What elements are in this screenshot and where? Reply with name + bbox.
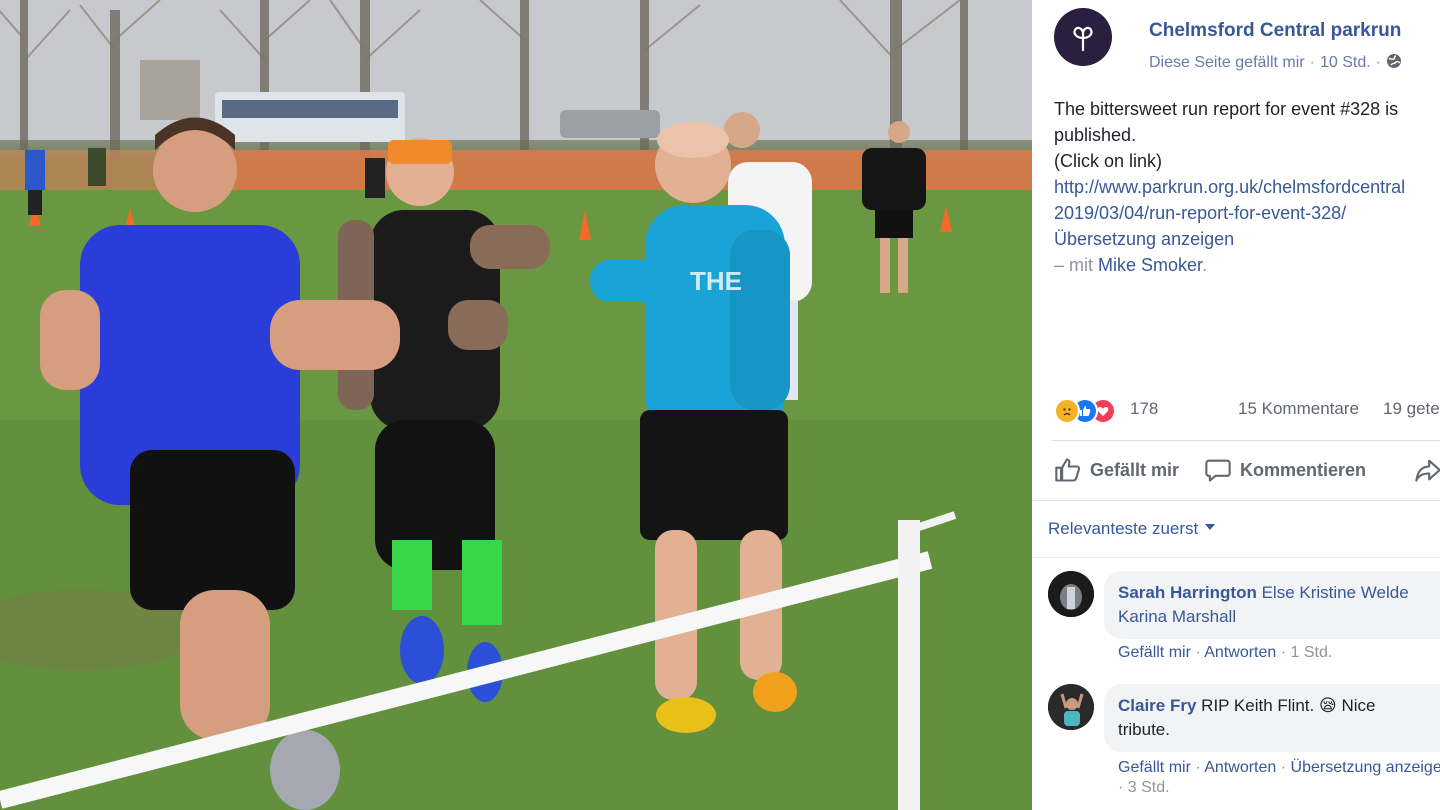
sleepy-emoji-icon: 😪 [1318, 696, 1337, 715]
runners-photo-illustration: THE [0, 0, 1032, 810]
like-button-label: Gefällt mir [1090, 459, 1180, 480]
reactions-bar: 178 15 Kommentare 19 geteilt [1054, 396, 1440, 424]
comment-bubble: Claire Fry RIP Keith Flint. 😪 Nice tribu… [1104, 684, 1440, 752]
post-actions: Gefällt mir Kommentieren [1052, 450, 1440, 490]
comment-reply-link[interactable]: Antworten [1204, 759, 1276, 776]
post-meta: Diese Seite gefällt mir · 10 Std. · [1149, 53, 1402, 72]
comment-like-link[interactable]: Gefällt mir [1118, 759, 1191, 776]
divider [1032, 500, 1440, 501]
divider [1032, 557, 1440, 558]
comment-reply-link[interactable]: Antworten [1204, 644, 1276, 661]
reaction-count[interactable]: 178 [1130, 399, 1158, 419]
comment-time[interactable]: 3 Std. [1128, 779, 1170, 796]
avatar[interactable] [1048, 571, 1094, 617]
comment-actions: Gefällt mir · Antworten · Übersetzung an… [1118, 758, 1440, 798]
share-icon [1415, 459, 1440, 482]
comment-like-link[interactable]: Gefällt mir [1118, 644, 1191, 661]
tagged-person[interactable]: Karina Marshall [1118, 607, 1236, 626]
translate-link[interactable]: Übersetzung anzeigen [1054, 226, 1440, 252]
svg-text:THE: THE [690, 266, 742, 296]
tagged-with: – mit Mike Smoker. [1054, 252, 1440, 278]
comment-text: Nice [1341, 696, 1376, 715]
globe-icon [1386, 54, 1401, 68]
shares-count[interactable]: 19 geteilt [1383, 399, 1440, 419]
parkrun-logo-icon [1073, 26, 1093, 52]
like-button[interactable]: Gefällt mir [1054, 456, 1179, 484]
comment-button[interactable]: Kommentieren [1204, 456, 1366, 484]
avatar[interactable] [1048, 684, 1094, 730]
comment-time[interactable]: 1 Std. [1291, 644, 1333, 661]
page-name-link[interactable]: Chelmsford Central parkrun [1149, 20, 1401, 42]
share-button[interactable] [1414, 456, 1440, 484]
like-page-link[interactable]: Diese Seite gefällt mir [1149, 54, 1305, 71]
post-photo[interactable]: THE [0, 0, 1032, 810]
comment-bubble: Sarah Harrington Else Kristine Welde Kar… [1104, 571, 1440, 639]
divider [1052, 440, 1440, 441]
tagged-person-link[interactable]: Mike Smoker [1098, 255, 1202, 275]
reaction-icons[interactable] [1054, 398, 1126, 424]
comment-translate-link[interactable]: Übersetzung anzeigen [1291, 759, 1440, 776]
with-suffix: . [1202, 255, 1208, 275]
post-link[interactable]: http://www.parkrun.org.uk/chelmsfordcent… [1054, 174, 1440, 200]
comment-text: RIP Keith Flint. [1201, 696, 1315, 715]
post-side-panel: Chelmsford Central parkrun Diese Seite g… [1032, 0, 1440, 810]
caret-down-icon [1204, 524, 1215, 530]
comment-text: tribute. [1118, 720, 1170, 739]
comment-author[interactable]: Claire Fry [1118, 696, 1196, 715]
with-prefix: – mit [1054, 255, 1094, 275]
sad-icon [1054, 398, 1080, 424]
thumbs-up-icon [1055, 458, 1081, 482]
comment-author[interactable]: Sarah Harrington [1118, 583, 1257, 602]
sort-label: Relevanteste zuerst [1048, 519, 1199, 538]
page-avatar[interactable] [1054, 8, 1112, 66]
comment-icon [1205, 459, 1231, 482]
comment-actions: Gefällt mir · Antworten · 1 Std. [1118, 644, 1333, 661]
post-line: published. [1054, 125, 1137, 145]
post-time[interactable]: 10 Std. [1320, 54, 1371, 71]
comment-button-label: Kommentieren [1240, 459, 1367, 480]
post-line: (Click on link) [1054, 151, 1163, 171]
tagged-person[interactable]: Else Kristine Welde [1262, 583, 1409, 602]
comment-sort-dropdown[interactable]: Relevanteste zuerst [1048, 519, 1215, 539]
post-link-cont[interactable]: 2019/03/04/run-report-for-event-328/ [1054, 200, 1440, 226]
post-text: The bittersweet run report for event #32… [1054, 96, 1440, 278]
post-line: The bittersweet run report for event #32… [1054, 99, 1399, 119]
comments-count[interactable]: 15 Kommentare [1238, 399, 1359, 419]
